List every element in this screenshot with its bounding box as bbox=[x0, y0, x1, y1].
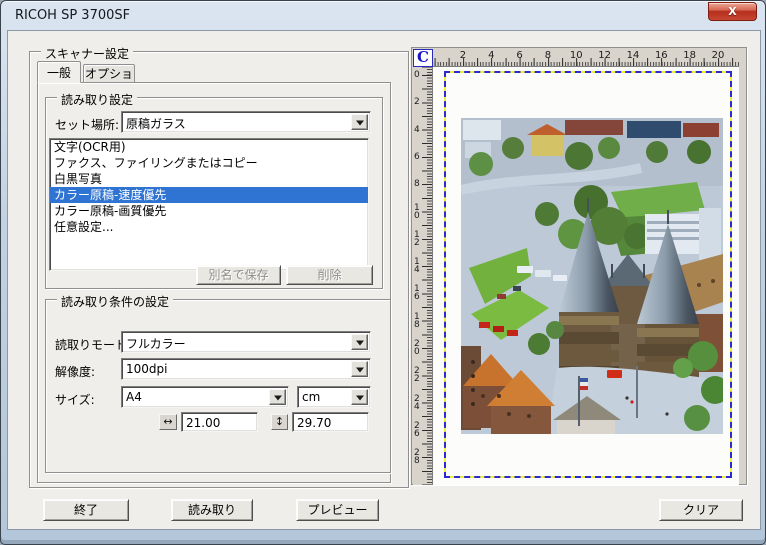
set-location-combobox[interactable]: 原稿ガラス bbox=[121, 111, 371, 133]
scan-button-label: 読み取り bbox=[188, 503, 236, 517]
ruler-number: 18 bbox=[683, 50, 696, 61]
ruler-number: 20 bbox=[414, 340, 422, 356]
scan-settings-group-label: 読み取り設定 bbox=[57, 91, 137, 108]
clear-button[interactable]: クリア bbox=[659, 499, 743, 521]
ruler-number: 14 bbox=[414, 258, 422, 274]
ruler-number: 20 bbox=[712, 50, 725, 61]
set-location-dropdown-button[interactable] bbox=[351, 114, 368, 130]
ruler-number: 16 bbox=[414, 285, 422, 301]
preview-button[interactable]: プレビュー bbox=[296, 499, 379, 521]
list-item[interactable]: カラー原稿-速度優先 bbox=[50, 187, 368, 203]
ruler-number: 0 bbox=[414, 71, 422, 79]
scan-mode-dropdown-button[interactable] bbox=[351, 334, 368, 350]
width-field[interactable]: 21.00 bbox=[181, 412, 258, 432]
chevron-down-icon bbox=[356, 396, 364, 401]
vertical-ruler: 0246810121416182022242628 bbox=[413, 67, 433, 485]
height-arrow-icon: ↕ bbox=[271, 414, 288, 430]
save-as-button-label: 別名で保存 bbox=[208, 268, 268, 282]
ruler-number: 16 bbox=[655, 50, 668, 61]
list-item[interactable]: 文字(OCR用) bbox=[50, 139, 368, 155]
list-item[interactable]: 白黒写真 bbox=[50, 171, 368, 187]
ruler-number: 12 bbox=[414, 231, 422, 247]
scan-button[interactable]: 読み取り bbox=[171, 499, 253, 521]
ruler-number: 8 bbox=[545, 50, 551, 61]
ruler-number: 2 bbox=[414, 98, 422, 106]
size-dropdown-button[interactable] bbox=[269, 389, 286, 405]
ruler-number: 4 bbox=[488, 50, 494, 61]
set-location-value: 原稿ガラス bbox=[122, 112, 370, 132]
ruler-number: 6 bbox=[414, 153, 422, 161]
unit-cm-icon: C bbox=[413, 49, 433, 67]
scan-mode-value: フルカラー bbox=[122, 332, 370, 352]
width-field-value: 21.00 bbox=[182, 413, 220, 430]
size-combobox[interactable]: A4 bbox=[121, 386, 289, 408]
height-field[interactable]: 29.70 bbox=[292, 412, 369, 432]
ruler-number: 26 bbox=[414, 422, 422, 438]
ruler-number: 4 bbox=[414, 126, 422, 134]
ruler-number: 12 bbox=[598, 50, 611, 61]
ruler-number: 24 bbox=[414, 395, 422, 411]
window-title: RICOH SP 3700SF bbox=[15, 8, 130, 23]
scan-mode-combobox[interactable]: フルカラー bbox=[121, 331, 371, 353]
chevron-down-icon bbox=[356, 341, 364, 346]
ruler-number: 18 bbox=[414, 313, 422, 329]
list-item[interactable]: ファクス、ファイリングまたはコピー bbox=[50, 155, 368, 171]
horizontal-ruler: 2 4 6 8 10 12 14 16 18 20 bbox=[433, 49, 739, 67]
tab-general[interactable]: 一般 bbox=[37, 61, 81, 83]
resolution-label: 解像度: bbox=[55, 363, 95, 380]
ruler-number: 28 bbox=[414, 449, 422, 465]
close-button[interactable]: X bbox=[708, 2, 757, 21]
chevron-down-icon bbox=[274, 396, 282, 401]
exit-button-label: 終了 bbox=[74, 503, 98, 517]
resolution-value: 100dpi bbox=[122, 359, 370, 379]
preset-list[interactable]: 文字(OCR用)ファクス、ファイリングまたはコピー白黒写真カラー原稿-速度優先カ… bbox=[49, 138, 369, 271]
height-field-value: 29.70 bbox=[293, 413, 331, 430]
preview-button-label: プレビュー bbox=[307, 503, 367, 517]
list-item[interactable]: 任意設定... bbox=[50, 219, 368, 235]
list-item[interactable]: カラー原稿-画質優先 bbox=[50, 203, 368, 219]
resolution-combobox[interactable]: 100dpi bbox=[121, 358, 371, 380]
resolution-dropdown-button[interactable] bbox=[351, 361, 368, 377]
size-label: サイズ: bbox=[55, 391, 95, 408]
ruler-number: 10 bbox=[570, 50, 583, 61]
delete-button-label: 削除 bbox=[317, 268, 341, 282]
ruler-number: 2 bbox=[460, 50, 466, 61]
clear-button-label: クリア bbox=[683, 503, 719, 517]
unit-combobox[interactable]: cm bbox=[297, 386, 371, 408]
set-location-label: セット場所: bbox=[55, 116, 119, 133]
chevron-down-icon bbox=[356, 121, 364, 126]
ruler-number: 10 bbox=[414, 204, 422, 220]
ruler-number: 8 bbox=[414, 180, 422, 188]
ruler-number: 22 bbox=[414, 367, 422, 383]
save-as-button[interactable]: 別名で保存 bbox=[196, 265, 281, 285]
tab-general-label: 一般 bbox=[47, 66, 71, 80]
ruler-number: 6 bbox=[516, 50, 522, 61]
scanner-driver-window: RICOH SP 3700SF X スキャナー設定 一般 オプション 読み取り設… bbox=[0, 0, 766, 545]
chevron-down-icon bbox=[356, 368, 364, 373]
ruler-number: 14 bbox=[627, 50, 640, 61]
tab-options[interactable]: オプション bbox=[83, 64, 135, 83]
ruler-major-ticks bbox=[422, 67, 432, 485]
unit-dropdown-button[interactable] bbox=[351, 389, 368, 405]
scan-selection-area[interactable] bbox=[444, 71, 732, 478]
size-value: A4 bbox=[122, 387, 288, 407]
scan-conditions-group-label: 読み取り条件の設定 bbox=[57, 293, 173, 310]
scan-mode-label: 読取りモード: bbox=[55, 336, 131, 353]
delete-button[interactable]: 削除 bbox=[286, 265, 373, 285]
scanner-settings-group-label: スキャナー設定 bbox=[41, 45, 133, 62]
title-bar[interactable]: RICOH SP 3700SF X bbox=[1, 1, 765, 30]
width-arrow-icon: ↔ bbox=[159, 414, 177, 430]
close-icon: X bbox=[728, 5, 736, 18]
exit-button[interactable]: 終了 bbox=[43, 499, 129, 521]
